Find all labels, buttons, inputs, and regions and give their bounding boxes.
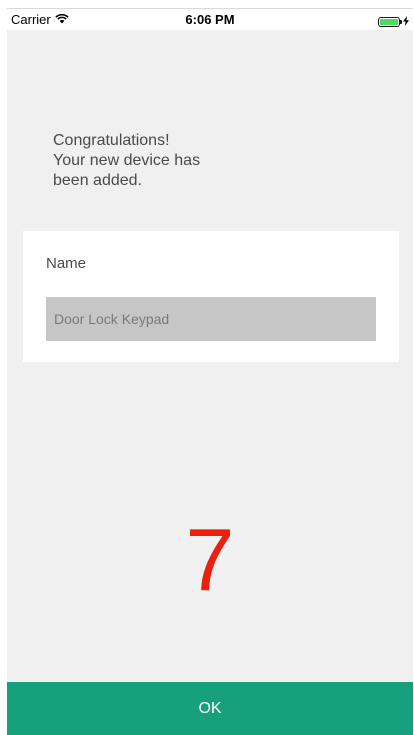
step-number-annotation: 7 — [185, 510, 235, 609]
ok-button[interactable]: OK — [7, 682, 413, 735]
message-line: Congratulations! — [53, 132, 170, 149]
battery-tip — [400, 19, 402, 24]
battery-icon — [378, 16, 402, 27]
app-screen: Carrier 6:06 PM Congratulations! Your ne… — [7, 8, 413, 735]
battery-fill — [380, 18, 398, 25]
message-line: been added. — [53, 172, 142, 189]
name-label: Name — [46, 255, 87, 272]
status-bar: Carrier 6:06 PM — [7, 8, 413, 30]
status-right — [378, 14, 409, 29]
charging-bolt-icon — [403, 14, 409, 29]
device-name-input[interactable] — [46, 297, 376, 341]
name-card: Name — [23, 231, 399, 362]
confirmation-message: Congratulations! Your new device has bee… — [53, 131, 253, 191]
message-line: Your new device has — [53, 152, 201, 169]
status-time: 6:06 PM — [185, 12, 235, 27]
